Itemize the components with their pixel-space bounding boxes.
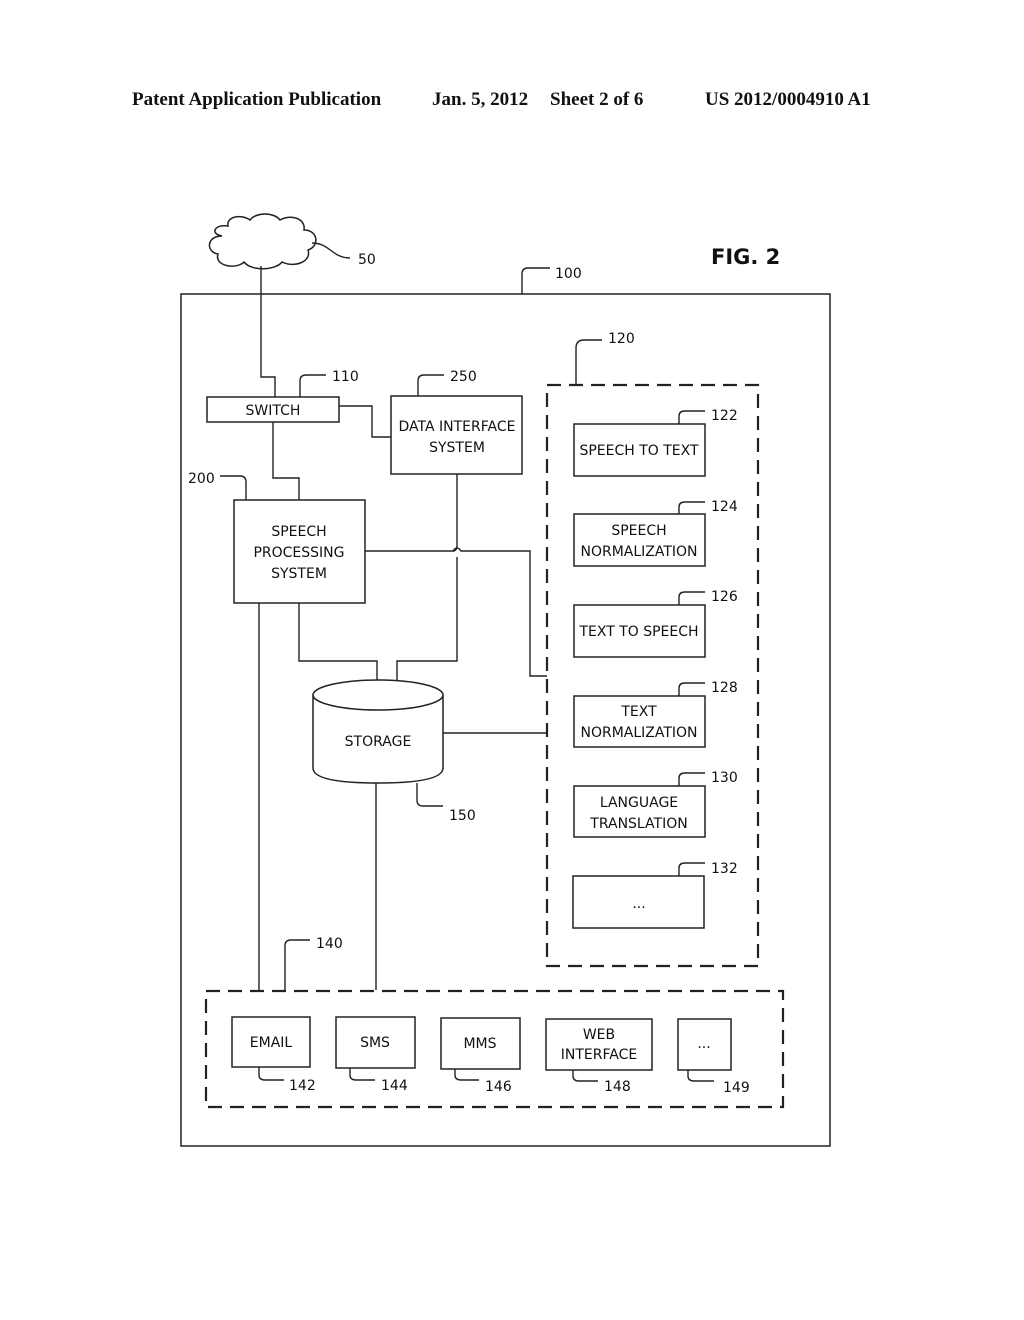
- ref-email: 142: [289, 1078, 316, 1094]
- language-translation-label-2: TRANSLATION: [589, 816, 687, 832]
- data-interface-label-1: DATA INTERFACE: [399, 419, 516, 435]
- leader-line: [678, 410, 705, 424]
- leader-line: [220, 475, 247, 500]
- storage-label: STORAGE: [345, 734, 412, 750]
- speech-to-text-label: SPEECH TO TEXT: [579, 443, 699, 459]
- speech-processing-label-1: SPEECH: [271, 524, 326, 540]
- ref-channels-group: 140: [316, 936, 343, 952]
- data-interface-box: [390, 395, 523, 475]
- ref-text-normalization: 128: [711, 680, 738, 696]
- ref-modules-group: 120: [608, 331, 635, 347]
- email-label: EMAIL: [250, 1035, 293, 1051]
- ref-speech-to-text: 122: [711, 408, 738, 424]
- ref-switch: 110: [332, 369, 359, 385]
- leader-line: [678, 682, 705, 696]
- leader-line: [521, 267, 550, 294]
- more-channels-label: ...: [697, 1036, 710, 1052]
- leader-line: [678, 501, 705, 514]
- ref-sms: 144: [381, 1078, 408, 1094]
- text-to-speech-label: TEXT TO SPEECH: [578, 624, 698, 640]
- storage-cylinder: [312, 679, 444, 784]
- ref-mms: 146: [485, 1079, 512, 1095]
- leader-line: [575, 339, 602, 385]
- speech-normalization-label-2: NORMALIZATION: [580, 544, 697, 560]
- leader-line: [687, 1070, 714, 1082]
- system-diagram: FIG. 2 50 100 SWITCH 110 DATA INTERFACE …: [180, 213, 831, 1147]
- leader-line: [572, 1070, 598, 1082]
- web-interface-label-2: INTERFACE: [561, 1047, 637, 1063]
- sms-label: SMS: [360, 1035, 390, 1051]
- data-interface-label-2: SYSTEM: [429, 440, 485, 456]
- leader-line: [454, 1069, 479, 1081]
- text-normalization-label-2: NORMALIZATION: [580, 725, 697, 741]
- more-modules-label: ...: [632, 896, 645, 912]
- speech-processing-label-3: SYSTEM: [271, 566, 327, 582]
- speech-normalization-label-1: SPEECH: [611, 523, 666, 539]
- leader-line: [678, 772, 705, 786]
- leader-line: [284, 939, 310, 991]
- speech-processing-label-2: PROCESSING: [253, 545, 344, 561]
- leader-line: [416, 783, 443, 807]
- text-normalization-label-1: TEXT: [620, 704, 657, 720]
- web-interface-label-1: WEB: [583, 1027, 615, 1043]
- ref-system: 100: [555, 266, 582, 282]
- figure-title: FIG. 2: [711, 245, 780, 269]
- ref-more-modules: 132: [711, 861, 738, 877]
- leader-line: [349, 1068, 375, 1081]
- ref-more-channels: 149: [723, 1080, 750, 1096]
- language-translation-label-1: LANGUAGE: [600, 795, 678, 811]
- ref-text-to-speech: 126: [711, 589, 738, 605]
- leader-line: [311, 242, 351, 259]
- ref-data-interface: 250: [450, 369, 477, 385]
- network-cloud-icon: [208, 213, 317, 270]
- leader-line: [417, 374, 444, 396]
- ref-web-interface: 148: [604, 1079, 631, 1095]
- ref-storage: 150: [449, 808, 476, 824]
- mms-label: MMS: [463, 1036, 496, 1052]
- connections: [258, 266, 547, 990]
- leader-line: [678, 591, 705, 605]
- leader-line: [678, 862, 705, 876]
- leader-line: [258, 1067, 284, 1081]
- ref-speech-normalization: 124: [711, 499, 738, 515]
- ref-network: 50: [358, 252, 376, 268]
- ref-language-translation: 130: [711, 770, 738, 786]
- switch-label: SWITCH: [246, 403, 301, 419]
- leader-line: [299, 374, 326, 397]
- ref-speech-processing: 200: [188, 471, 215, 487]
